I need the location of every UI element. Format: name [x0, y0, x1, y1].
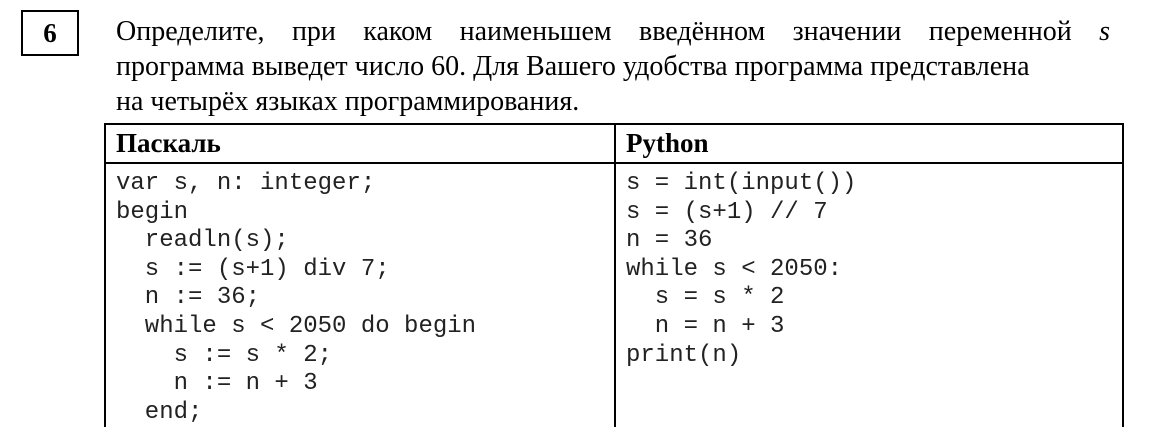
- python-code-line: while s < 2050:: [626, 255, 843, 283]
- table-code-row: var s, n: integer; begin readln(s); s :=…: [104, 163, 1124, 427]
- python-code-line: s = int(input()): [626, 170, 857, 197]
- pascal-code-line: s := s * 2;: [116, 341, 333, 369]
- task-text-line-2: программа выведет число 60. Для Вашего у…: [116, 51, 1030, 82]
- pascal-code-line: s := (s+1) div 7;: [116, 255, 390, 283]
- pascal-code-line: n := 36;: [116, 284, 261, 312]
- variable-s: s: [1099, 16, 1110, 47]
- pascal-code-line: var s, n: integer;: [116, 170, 376, 197]
- task-text-line-3: на четырёх языках программирования.: [116, 86, 580, 117]
- header-python: Python: [614, 123, 1124, 164]
- table-header-row: Паскаль Python: [104, 123, 1124, 164]
- task-statement: Определите, при каком наименьшем введённ…: [116, 14, 1110, 119]
- pascal-code-line: begin: [116, 198, 189, 226]
- task-text-line-1-main: Определите, при каком наименьшем введённ…: [116, 16, 1100, 47]
- pascal-code-line: end;: [116, 398, 203, 426]
- python-code-line: n = 36: [626, 227, 713, 255]
- header-pascal: Паскаль: [104, 123, 616, 164]
- python-code-cell: s = int(input()) s = (s+1) // 7 n = 36 w…: [614, 163, 1124, 427]
- python-code-line: print(n): [626, 341, 742, 369]
- python-code-line: s = s * 2: [626, 284, 785, 312]
- code-table: Паскаль Python var s, n: integer; begin …: [104, 123, 1124, 427]
- pascal-code-line: while s < 2050 do begin: [116, 312, 477, 340]
- python-code-line: n = n + 3: [626, 312, 785, 340]
- pascal-code-cell: var s, n: integer; begin readln(s); s :=…: [104, 163, 616, 427]
- pascal-code-line: n := n + 3: [116, 370, 318, 398]
- task-number: 6: [21, 10, 79, 56]
- python-code-line: s = (s+1) // 7: [626, 198, 828, 226]
- task-text-line-1: Определите, при каком наименьшем введённ…: [116, 14, 1110, 49]
- pascal-code-line: readln(s);: [116, 227, 289, 255]
